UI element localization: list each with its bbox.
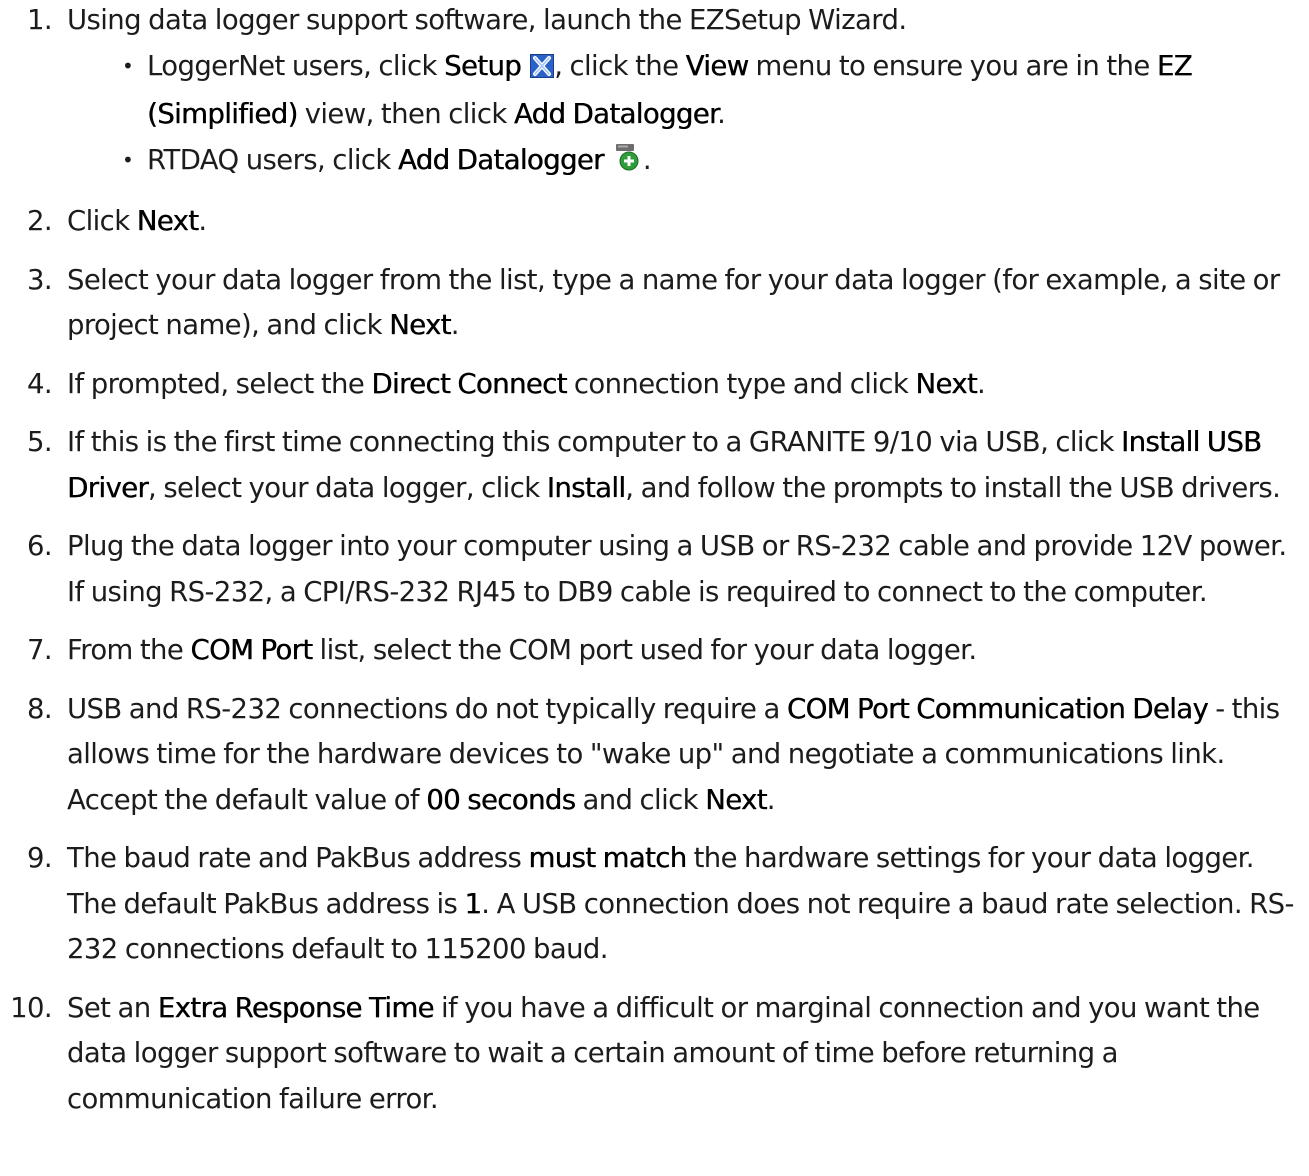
step-text: Select your data logger from the list, t… <box>67 263 1280 342</box>
step-text: and click <box>575 783 706 816</box>
bullet-text: . <box>642 143 652 176</box>
view-label: View <box>685 49 749 82</box>
setup-label: Setup <box>444 49 522 82</box>
step-2: 2. Click Next. <box>0 199 1309 245</box>
com-port-label: COM Port <box>190 634 313 666</box>
bullet-text: LoggerNet users, click <box>147 49 444 82</box>
bullet-rtdaq: • RTDAQ users, click Add Datalogger . <box>67 138 1299 187</box>
step-text: list, select the COM port used for your … <box>312 634 978 666</box>
steps-list: 1. Using data logger support software, l… <box>0 0 1309 1122</box>
step-9: 9. The baud rate and PakBus address must… <box>0 836 1309 973</box>
step-8: 8. USB and RS-232 connections do not typ… <box>0 687 1309 824</box>
bullet-loggernet: • LoggerNet users, click Setup , click th… <box>67 44 1299 138</box>
next-label: Next <box>136 205 199 237</box>
step-1-bullets: • LoggerNet users, click Setup , click th… <box>67 44 1299 187</box>
step-text: , select your data logger, click <box>148 471 547 504</box>
step-text: The baud rate and PakBus address <box>67 842 529 874</box>
step-7: 7. From the COM Port list, select the CO… <box>0 628 1309 674</box>
step-text: Using data logger support software, laun… <box>67 4 907 36</box>
step-number: 6. <box>26 530 53 562</box>
step-text: . <box>977 367 986 400</box>
bullet-text: RTDAQ users, click <box>147 143 398 176</box>
bullet-dot: • <box>122 53 134 78</box>
step-text: Click <box>67 205 137 237</box>
direct-connect-label: Direct Connect <box>371 367 567 400</box>
bullet-text: menu to ensure you are in the <box>748 49 1157 82</box>
extra-response-time-label: Extra Response Time <box>157 991 435 1024</box>
pakbus-address-value: 1 <box>464 887 482 920</box>
step-6: 6. Plug the data logger into your comput… <box>0 524 1309 615</box>
default-seconds-label: 00 seconds <box>426 783 576 816</box>
step-number: 9. <box>26 842 53 874</box>
step-text: Plug the data logger into your computer … <box>67 530 1287 608</box>
install-label: Install <box>546 471 626 504</box>
step-text: USB and RS-232 connections do not typica… <box>67 692 787 725</box>
step-number: 7. <box>26 634 53 666</box>
bullet-text: view, then click <box>297 98 514 130</box>
step-10: 10. Set an Extra Response Time if you ha… <box>0 986 1309 1123</box>
step-text: If prompted, select the <box>67 367 372 400</box>
step-number: 10. <box>10 991 53 1024</box>
add-datalogger-label: Add Datalogger <box>397 143 604 176</box>
step-text: connection type and click <box>566 367 916 400</box>
bullet-dot: • <box>122 147 134 172</box>
step-number: 2. <box>26 205 53 237</box>
step-3: 3. Select your data logger from the list… <box>0 258 1309 349</box>
step-5: 5. If this is the first time connecting … <box>0 420 1309 511</box>
next-label: Next <box>705 783 767 816</box>
step-text: . <box>450 309 460 341</box>
bullet-text: . <box>717 98 726 130</box>
bullet-text: , click the <box>554 49 686 82</box>
step-text: . <box>766 783 776 816</box>
com-port-delay-label: COM Port Communication Delay <box>786 692 1209 725</box>
add-datalogger-label: Add Datalogger <box>513 98 718 130</box>
step-number: 3. <box>26 263 53 296</box>
instructions-document: 1. Using data logger support software, l… <box>0 0 1309 1135</box>
next-label: Next <box>389 309 451 341</box>
step-1: 1. Using data logger support software, l… <box>0 0 1309 186</box>
step-number: 5. <box>26 426 53 458</box>
step-text: Set an <box>67 991 158 1024</box>
step-number: 1. <box>26 4 53 36</box>
step-4: 4. If prompted, select the Direct Connec… <box>0 362 1309 408</box>
step-text: . <box>198 205 207 237</box>
step-text: , and follow the prompts to install the … <box>625 471 1281 504</box>
step-text: If this is the first time connecting thi… <box>67 426 1121 458</box>
step-number: 4. <box>26 367 53 400</box>
must-match-label: must match <box>528 842 687 874</box>
step-text: From the <box>67 634 191 666</box>
setup-icon <box>530 47 555 93</box>
next-label: Next <box>915 367 978 400</box>
add-datalogger-icon <box>613 141 643 187</box>
step-number: 8. <box>26 692 53 725</box>
